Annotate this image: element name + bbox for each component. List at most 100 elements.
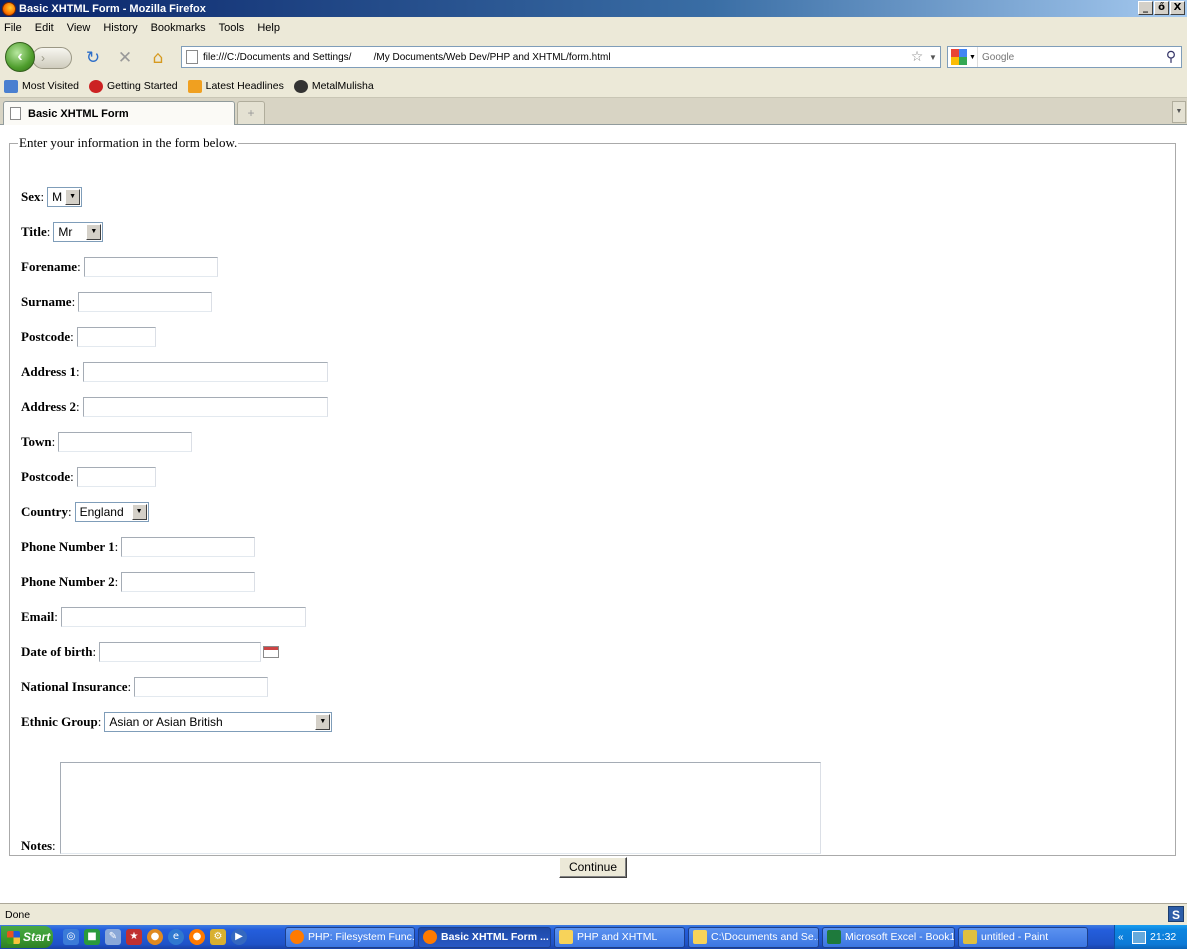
address2-input[interactable] xyxy=(82,397,328,417)
status-text: Done xyxy=(5,908,31,921)
chevron-down-icon[interactable]: ▼ xyxy=(131,504,147,520)
address-bar[interactable]: file:///C:/Documents and Settings/ /My D… xyxy=(181,46,941,68)
bookmark-most-visited[interactable]: Most Visited xyxy=(4,79,79,93)
quicklaunch-icon[interactable]: ⚙ xyxy=(210,929,226,945)
window-title-bar[interactable]: Basic XHTML Form - Mozilla Firefox _ ő X xyxy=(0,0,1187,17)
town-row: Town: xyxy=(21,432,193,452)
quicklaunch-icon[interactable]: ■ xyxy=(84,929,100,945)
tray-expand-icon[interactable]: « xyxy=(1118,932,1130,943)
quicklaunch-icon[interactable]: ◎ xyxy=(63,929,79,945)
menu-edit[interactable]: Edit xyxy=(35,22,54,34)
window-controls: _ ő X xyxy=(1138,1,1185,15)
quicklaunch-icon[interactable]: ● xyxy=(147,929,163,945)
search-input[interactable] xyxy=(978,48,1161,66)
address1-row: Address 1: xyxy=(21,362,328,382)
stop-icon[interactable]: ✕ xyxy=(114,47,136,69)
window-title: Basic XHTML Form - Mozilla Firefox xyxy=(19,2,206,15)
phone1-input[interactable] xyxy=(121,537,256,557)
getting-started-icon xyxy=(89,79,103,93)
chevron-down-icon[interactable]: ▼ xyxy=(65,189,81,205)
home-icon[interactable]: ⌂ xyxy=(147,47,169,69)
bookmark-star-icon[interactable]: ☆ xyxy=(908,49,926,65)
sex-value: M xyxy=(52,190,63,204)
menu-view[interactable]: View xyxy=(67,22,91,34)
quicklaunch-icon[interactable]: ★ xyxy=(126,929,142,945)
continue-button[interactable]: Continue xyxy=(559,857,627,878)
navigation-toolbar: › ‹ ↻ ✕ ⌂ file:///C:/Documents and Setti… xyxy=(0,39,1187,75)
maximize-button[interactable]: ő xyxy=(1154,1,1169,15)
bookmark-metalmulisha[interactable]: MetalMulisha xyxy=(293,79,374,93)
quicklaunch-icon[interactable]: ✎ xyxy=(105,929,121,945)
bookmark-label: Latest Headlines xyxy=(205,80,284,92)
task-button[interactable]: Basic XHTML Form ... xyxy=(418,926,551,948)
phone2-row: Phone Number 2: xyxy=(21,572,256,592)
search-box[interactable]: ▼ ⚲ xyxy=(947,46,1182,68)
dob-input[interactable] xyxy=(99,642,262,662)
page-icon xyxy=(186,50,198,64)
url-text[interactable]: file:///C:/Documents and Settings/ /My D… xyxy=(203,52,908,63)
reload-icon[interactable]: ↻ xyxy=(82,47,104,69)
rss-feed-icon xyxy=(187,79,202,93)
ni-label: National Insurance: xyxy=(21,679,132,694)
menu-history[interactable]: History xyxy=(103,22,137,34)
surname-input[interactable] xyxy=(78,292,213,312)
task-button[interactable]: untitled - Paint xyxy=(958,926,1088,948)
new-tab-button[interactable]: + xyxy=(237,101,265,124)
task-button[interactable]: C:\Documents and Se... xyxy=(688,926,819,948)
task-button[interactable]: PHP and XHTML xyxy=(554,926,685,948)
email-input[interactable] xyxy=(60,607,306,627)
url-dropdown-icon[interactable]: ▼ xyxy=(926,53,940,62)
title-label: Title: xyxy=(21,224,51,239)
ethnic-label: Ethnic Group: xyxy=(21,714,102,729)
country-row: Country: England ▼ xyxy=(21,502,149,522)
ie-icon[interactable]: e xyxy=(168,929,184,945)
addon-s-icon[interactable]: S xyxy=(1168,906,1184,922)
search-engine-selector[interactable]: ▼ xyxy=(948,47,978,67)
postcode-row-2: Postcode: xyxy=(21,467,156,487)
clock[interactable]: 21:32 xyxy=(1150,931,1176,943)
postcode-input-2[interactable] xyxy=(76,467,156,487)
media-player-icon[interactable]: ▶ xyxy=(231,929,247,945)
firefox-icon xyxy=(290,930,304,944)
address1-input[interactable] xyxy=(82,362,328,382)
menu-tools[interactable]: Tools xyxy=(219,22,245,34)
email-label: Email: xyxy=(21,609,58,624)
chevron-down-icon[interactable]: ▼ xyxy=(315,714,331,730)
menu-bar: File Edit View History Bookmarks Tools H… xyxy=(0,17,1187,39)
network-icon[interactable] xyxy=(1132,930,1146,944)
ni-row: National Insurance: xyxy=(21,677,269,697)
menu-bookmarks[interactable]: Bookmarks xyxy=(151,22,206,34)
forename-input[interactable] xyxy=(83,257,218,277)
menu-help[interactable]: Help xyxy=(257,22,280,34)
ethnic-select[interactable]: Asian or Asian British ▼ xyxy=(104,712,333,732)
minimize-button[interactable]: _ xyxy=(1138,1,1153,15)
calendar-icon[interactable] xyxy=(263,646,280,658)
notes-row: Notes: xyxy=(21,762,821,854)
notes-textarea[interactable] xyxy=(59,762,821,854)
task-button[interactable]: Microsoft Excel - Book1 xyxy=(822,926,955,948)
postcode-input-1[interactable] xyxy=(76,327,156,347)
firefox-icon[interactable]: ● xyxy=(189,929,205,945)
close-button[interactable]: X xyxy=(1170,1,1185,15)
ethnic-row: Ethnic Group: Asian or Asian British ▼ xyxy=(21,712,333,732)
country-select[interactable]: England ▼ xyxy=(74,502,149,522)
bookmark-getting-started[interactable]: Getting Started xyxy=(89,79,178,93)
forward-button[interactable]: › xyxy=(32,47,72,69)
task-label: Microsoft Excel - Book1 xyxy=(845,931,955,943)
task-button[interactable]: PHP: Filesystem Func... xyxy=(285,926,415,948)
chevron-down-icon[interactable]: ▼ xyxy=(86,224,102,240)
sex-select[interactable]: M ▼ xyxy=(47,187,83,207)
tab-list-button[interactable]: ▼ xyxy=(1172,101,1186,123)
start-button[interactable]: Start xyxy=(1,926,53,948)
ni-input[interactable] xyxy=(134,677,269,697)
sex-row: Sex: M ▼ xyxy=(21,187,83,207)
menu-file[interactable]: File xyxy=(4,22,22,34)
title-select[interactable]: Mr ▼ xyxy=(53,222,104,242)
search-icon[interactable]: ⚲ xyxy=(1161,49,1181,65)
town-input[interactable] xyxy=(58,432,193,452)
tab-basic-xhtml-form[interactable]: Basic XHTML Form xyxy=(3,101,235,125)
phone2-input[interactable] xyxy=(121,572,256,592)
back-button[interactable]: ‹ xyxy=(5,42,35,72)
firefox-icon xyxy=(423,930,437,944)
bookmark-latest-headlines[interactable]: Latest Headlines xyxy=(187,79,284,93)
